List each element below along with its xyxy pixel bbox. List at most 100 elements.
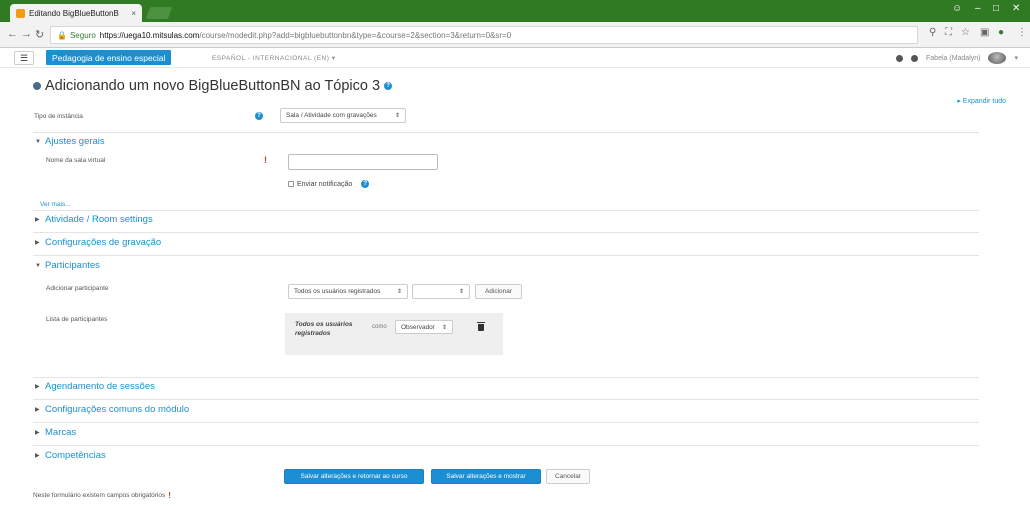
address-bar-row: ← → ↻ 🔒 Seguro https://uega10.mitsulas.c… <box>0 22 1030 48</box>
page-title-text: Adicionando um novo BigBlueButtonBN ao T… <box>45 78 381 94</box>
expand-all-link[interactable]: ▸ Expandir tudo <box>957 97 1006 105</box>
page-title: Adicionando um novo BigBlueButtonBN ao T… <box>33 78 393 94</box>
maximize-icon[interactable]: □ <box>993 3 999 14</box>
section-divider <box>33 445 979 446</box>
save-return-button[interactable]: Salvar alterações e retornar ao curso <box>284 469 424 484</box>
minimize-icon[interactable]: – <box>975 3 981 14</box>
bookmark-star-icon[interactable]: ☆ <box>961 27 970 38</box>
section-general-title: Ajustes gerais <box>45 136 105 147</box>
zoom-icon[interactable]: ⚲ <box>929 27 936 38</box>
required-icon: ! <box>168 491 171 500</box>
close-window-icon[interactable]: ✕ <box>1012 3 1020 14</box>
notifications-bell-icon[interactable] <box>896 54 904 62</box>
participant-as-label: como <box>372 324 387 330</box>
add-participant-select-secondary[interactable]: ⇕ <box>412 284 470 299</box>
instance-type-label: Tipo de instância <box>34 113 83 120</box>
select-caret-icon: ⇕ <box>458 289 464 295</box>
user-name[interactable]: Fabela (Madalyn) <box>926 55 980 62</box>
bigbluebutton-icon <box>33 82 41 90</box>
required-note-text: Neste formulário existem campos obrigató… <box>33 492 166 499</box>
required-fields-note: Neste formulário existem campos obrigató… <box>33 491 171 500</box>
url-path: /course/modedit.php?add=bigbluebuttonbn&… <box>199 30 512 40</box>
section-tags-title: Marcas <box>45 427 77 438</box>
notify-help-icon[interactable]: ? <box>361 180 370 188</box>
forward-icon[interactable]: → <box>21 28 32 40</box>
tab-close-icon[interactable]: × <box>131 9 136 18</box>
select-caret-icon: ⇕ <box>396 289 402 295</box>
collapse-arrow-icon: ▼ <box>35 138 41 145</box>
url-host: https://uega10.mitsulas.com <box>99 30 200 40</box>
section-divider <box>33 132 979 133</box>
messages-chat-icon[interactable] <box>911 54 919 62</box>
notify-checkbox[interactable] <box>288 181 294 187</box>
new-tab-button[interactable] <box>145 7 173 19</box>
section-divider <box>33 377 979 378</box>
participant-role-value: Observador <box>401 323 435 331</box>
notify-checkbox-row[interactable]: Enviar notificação ? <box>288 180 370 188</box>
extension-icon[interactable]: ▣ <box>980 27 989 38</box>
instance-type-value: Sala / Atividade com gravações <box>286 112 377 119</box>
expand-arrow-icon: ▶ <box>35 430 40 436</box>
section-common-module-title: Configurações comuns do módulo <box>45 404 190 415</box>
room-name-label: Nome da sala virtual <box>46 157 106 164</box>
save-display-button[interactable]: Salvar alterações e mostrar <box>431 469 541 484</box>
expand-arrow-icon: ▶ <box>35 384 40 390</box>
extension-green-icon[interactable]: ● <box>998 27 1004 38</box>
section-divider <box>33 422 979 423</box>
notify-label: Enviar notificação <box>297 180 353 188</box>
participant-list: Todos os usuários registrados como Obser… <box>285 313 503 355</box>
required-icon: ! <box>264 155 267 165</box>
section-divider <box>33 399 979 400</box>
room-name-input[interactable] <box>288 154 438 170</box>
section-participants-title: Participantes <box>45 260 100 271</box>
expand-arrow-icon: ▶ <box>35 407 40 413</box>
user-navigation: Fabela (Madalyn) ▾ <box>896 52 1018 64</box>
cancel-button[interactable]: Cancelar <box>546 469 590 484</box>
browser-menu-icon[interactable]: ⋮ <box>1017 27 1027 38</box>
section-divider <box>33 232 979 233</box>
reload-icon[interactable]: ↻ <box>35 28 44 41</box>
add-participant-select[interactable]: Todos os usuários registrados ⇕ <box>288 284 408 299</box>
section-recording[interactable]: ▶ Configurações de gravação <box>35 237 161 248</box>
tab-title: Editando BigBlueButtonB <box>29 8 119 18</box>
lock-icon: 🔒 <box>57 30 67 40</box>
select-caret-icon: ⇕ <box>441 324 447 331</box>
course-brand-link[interactable]: Pedagogia de ensino especial <box>46 50 172 65</box>
instance-type-select[interactable]: Sala / Atividade com gravações ⇕ <box>280 108 406 123</box>
back-icon[interactable]: ← <box>7 28 18 40</box>
collapse-arrow-icon: ▼ <box>35 262 41 269</box>
language-menu[interactable]: ESPAÑOL - INTERNACIONAL (EN) ▾ <box>212 54 335 62</box>
site-navbar: ☰ Pedagogia de ensino especial ESPAÑOL -… <box>0 48 1030 68</box>
section-activity[interactable]: ▶ Atividade / Room settings <box>35 214 153 225</box>
add-participant-button[interactable]: Adicionar <box>475 284 522 299</box>
participant-name: Todos os usuários registrados <box>295 321 353 337</box>
url-field[interactable]: 🔒 Seguro https://uega10.mitsulas.com /co… <box>50 26 918 44</box>
nav-drawer-button[interactable]: ☰ <box>14 51 34 65</box>
participant-list-label: Lista de participantes <box>46 316 108 323</box>
section-tags[interactable]: ▶ Marcas <box>35 427 76 438</box>
add-participant-value: Todos os usuários registrados <box>294 288 381 295</box>
translate-icon[interactable]: ⛶ <box>945 27 952 38</box>
section-schedule-title: Agendamento de sessões <box>45 381 155 392</box>
expand-arrow-icon: ▶ <box>35 217 40 223</box>
browser-tab[interactable]: Editando BigBlueButtonB × <box>10 4 142 22</box>
menu-icon: ☰ <box>19 52 29 63</box>
section-general[interactable]: ▼ Ajustes gerais <box>35 136 105 147</box>
section-competencies-title: Competências <box>45 450 106 461</box>
show-more-link[interactable]: Ver mais... <box>40 201 71 208</box>
user-menu-caret-icon[interactable]: ▾ <box>1014 54 1018 62</box>
section-schedule[interactable]: ▶ Agendamento de sessões <box>35 381 155 392</box>
section-divider <box>33 210 979 211</box>
instance-type-help-icon[interactable]: ? <box>255 112 263 120</box>
section-common-module[interactable]: ▶ Configurações comuns do módulo <box>35 404 189 415</box>
section-competencies[interactable]: ▶ Competências <box>35 450 106 461</box>
profile-icon[interactable]: ☺ <box>952 3 962 14</box>
remove-participant-trash-icon[interactable] <box>477 322 485 331</box>
secure-label: Seguro <box>69 30 96 40</box>
user-avatar[interactable] <box>988 52 1007 64</box>
help-icon[interactable]: ? <box>384 82 393 90</box>
section-activity-title: Atividade / Room settings <box>45 214 153 225</box>
section-participants[interactable]: ▼ Participantes <box>35 260 100 271</box>
participant-role-select[interactable]: Observador ⇕ <box>395 320 453 334</box>
add-participant-label: Adicionar participante <box>46 285 109 292</box>
